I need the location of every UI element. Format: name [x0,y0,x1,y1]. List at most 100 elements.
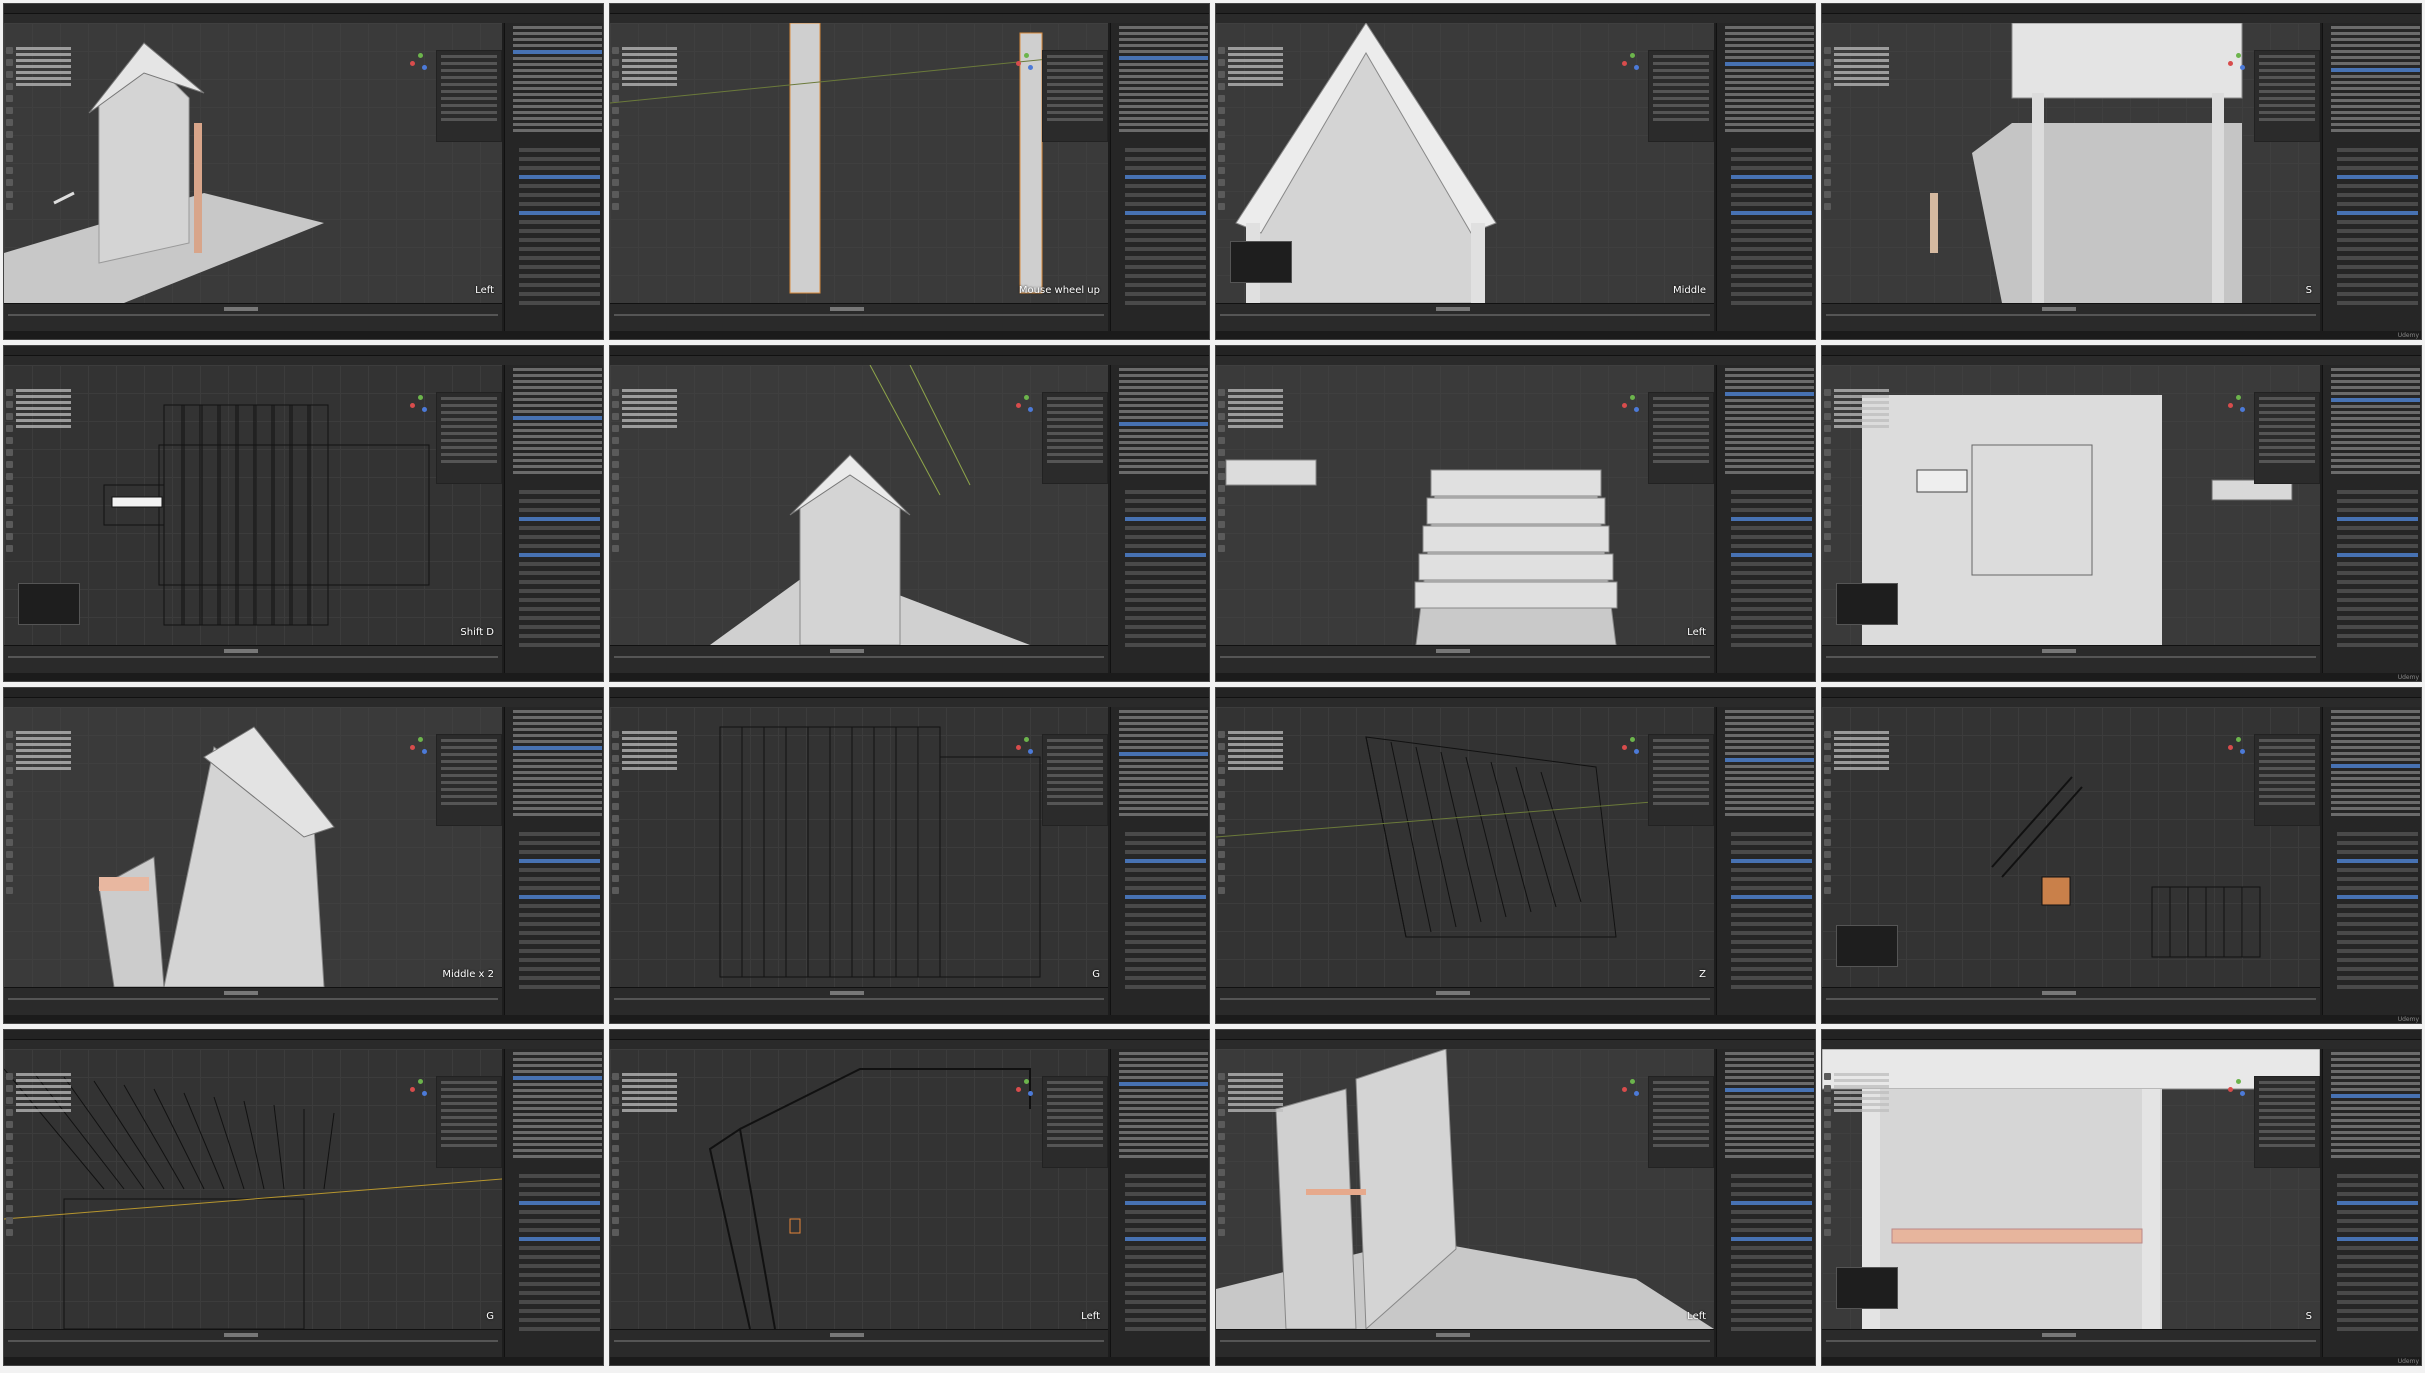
tool-shelf[interactable] [1824,731,1831,899]
3d-viewport[interactable]: Shift D [4,365,502,645]
properties-editor[interactable] [2323,827,2421,989]
playback-controls[interactable] [830,307,864,311]
playback-controls[interactable] [830,649,864,653]
properties-editor[interactable] [2323,1169,2421,1331]
sidebar-panel[interactable] [436,392,502,484]
header-toolbar[interactable] [610,1040,1209,1055]
menu-bar[interactable] [1216,346,1815,361]
playback-controls[interactable] [224,991,258,995]
playback-controls[interactable] [2042,649,2076,653]
sidebar-panel[interactable] [2254,1076,2320,1168]
header-toolbar[interactable] [4,14,603,29]
navigation-gizmo-icon[interactable] [2226,1079,2248,1101]
navigation-gizmo-icon[interactable] [1014,53,1036,75]
3d-viewport[interactable]: G [610,707,1108,987]
sidebar-panel[interactable] [2254,50,2320,142]
outliner[interactable] [2323,26,2421,132]
outliner[interactable] [505,368,603,474]
properties-area[interactable] [2322,23,2421,339]
header-toolbar[interactable] [1216,1040,1815,1055]
navigation-gizmo-icon[interactable] [408,1079,430,1101]
navigation-gizmo-icon[interactable] [1620,53,1642,75]
3d-viewport[interactable]: Z [1216,707,1714,987]
properties-editor[interactable] [1717,827,1815,989]
properties-editor[interactable] [505,1169,603,1331]
outliner[interactable] [1717,368,1815,474]
tool-shelf[interactable] [612,1073,619,1241]
3d-viewport[interactable]: Middle x 2 [4,707,502,987]
tool-shelf[interactable] [1218,47,1225,215]
header-toolbar[interactable] [4,698,603,713]
menu-bar[interactable] [1822,688,2421,703]
header-toolbar[interactable] [610,698,1209,713]
header-toolbar[interactable] [4,356,603,371]
outliner[interactable] [505,26,603,132]
properties-area[interactable] [1716,365,1815,681]
outliner[interactable] [2323,368,2421,474]
properties-area[interactable] [1110,365,1209,681]
3d-viewport[interactable]: S [1822,1049,2320,1329]
3d-viewport[interactable]: Mouse wheel up [610,23,1108,303]
outliner[interactable] [1111,710,1209,816]
header-toolbar[interactable] [610,356,1209,371]
tool-shelf[interactable] [6,47,13,215]
operator-panel[interactable] [1836,925,1898,967]
properties-editor[interactable] [1111,827,1209,989]
tool-shelf[interactable] [612,731,619,899]
properties-editor[interactable] [1111,143,1209,305]
sidebar-panel[interactable] [1042,392,1108,484]
tool-shelf[interactable] [612,47,619,215]
properties-area[interactable] [1110,1049,1209,1365]
header-toolbar[interactable] [1822,698,2421,713]
navigation-gizmo-icon[interactable] [2226,53,2248,75]
playback-controls[interactable] [2042,1333,2076,1337]
properties-area[interactable] [504,23,603,339]
header-toolbar[interactable] [1216,698,1815,713]
playback-controls[interactable] [1436,1333,1470,1337]
sidebar-panel[interactable] [2254,392,2320,484]
header-toolbar[interactable] [610,14,1209,29]
operator-panel[interactable] [1230,241,1292,283]
playback-controls[interactable] [224,307,258,311]
properties-editor[interactable] [505,827,603,989]
3d-viewport[interactable] [1822,707,2320,987]
navigation-gizmo-icon[interactable] [1620,395,1642,417]
tool-shelf[interactable] [1218,389,1225,557]
properties-editor[interactable] [1717,485,1815,647]
tool-shelf[interactable] [1824,47,1831,215]
outliner[interactable] [1111,1052,1209,1158]
3d-viewport[interactable]: Left [610,1049,1108,1329]
outliner[interactable] [1717,710,1815,816]
tool-shelf[interactable] [1218,731,1225,899]
3d-viewport[interactable] [1822,365,2320,645]
outliner[interactable] [1111,26,1209,132]
sidebar-panel[interactable] [436,734,502,826]
menu-bar[interactable] [4,1030,603,1045]
playback-controls[interactable] [2042,991,2076,995]
header-toolbar[interactable] [1216,14,1815,29]
header-toolbar[interactable] [1822,1040,2421,1055]
navigation-gizmo-icon[interactable] [1014,395,1036,417]
properties-editor[interactable] [2323,485,2421,647]
playback-controls[interactable] [2042,307,2076,311]
properties-area[interactable] [1716,1049,1815,1365]
properties-editor[interactable] [505,143,603,305]
properties-area[interactable] [1110,707,1209,1023]
sidebar-panel[interactable] [1648,392,1714,484]
3d-viewport[interactable] [610,365,1108,645]
outliner[interactable] [2323,1052,2421,1158]
tool-shelf[interactable] [1218,1073,1225,1241]
sidebar-panel[interactable] [1042,50,1108,142]
playback-controls[interactable] [1436,307,1470,311]
outliner[interactable] [2323,710,2421,816]
menu-bar[interactable] [4,346,603,361]
navigation-gizmo-icon[interactable] [1014,737,1036,759]
menu-bar[interactable] [4,4,603,19]
menu-bar[interactable] [1822,346,2421,361]
navigation-gizmo-icon[interactable] [2226,395,2248,417]
header-toolbar[interactable] [1822,356,2421,371]
sidebar-panel[interactable] [1042,734,1108,826]
properties-editor[interactable] [2323,143,2421,305]
outliner[interactable] [1111,368,1209,474]
properties-area[interactable] [2322,365,2421,681]
